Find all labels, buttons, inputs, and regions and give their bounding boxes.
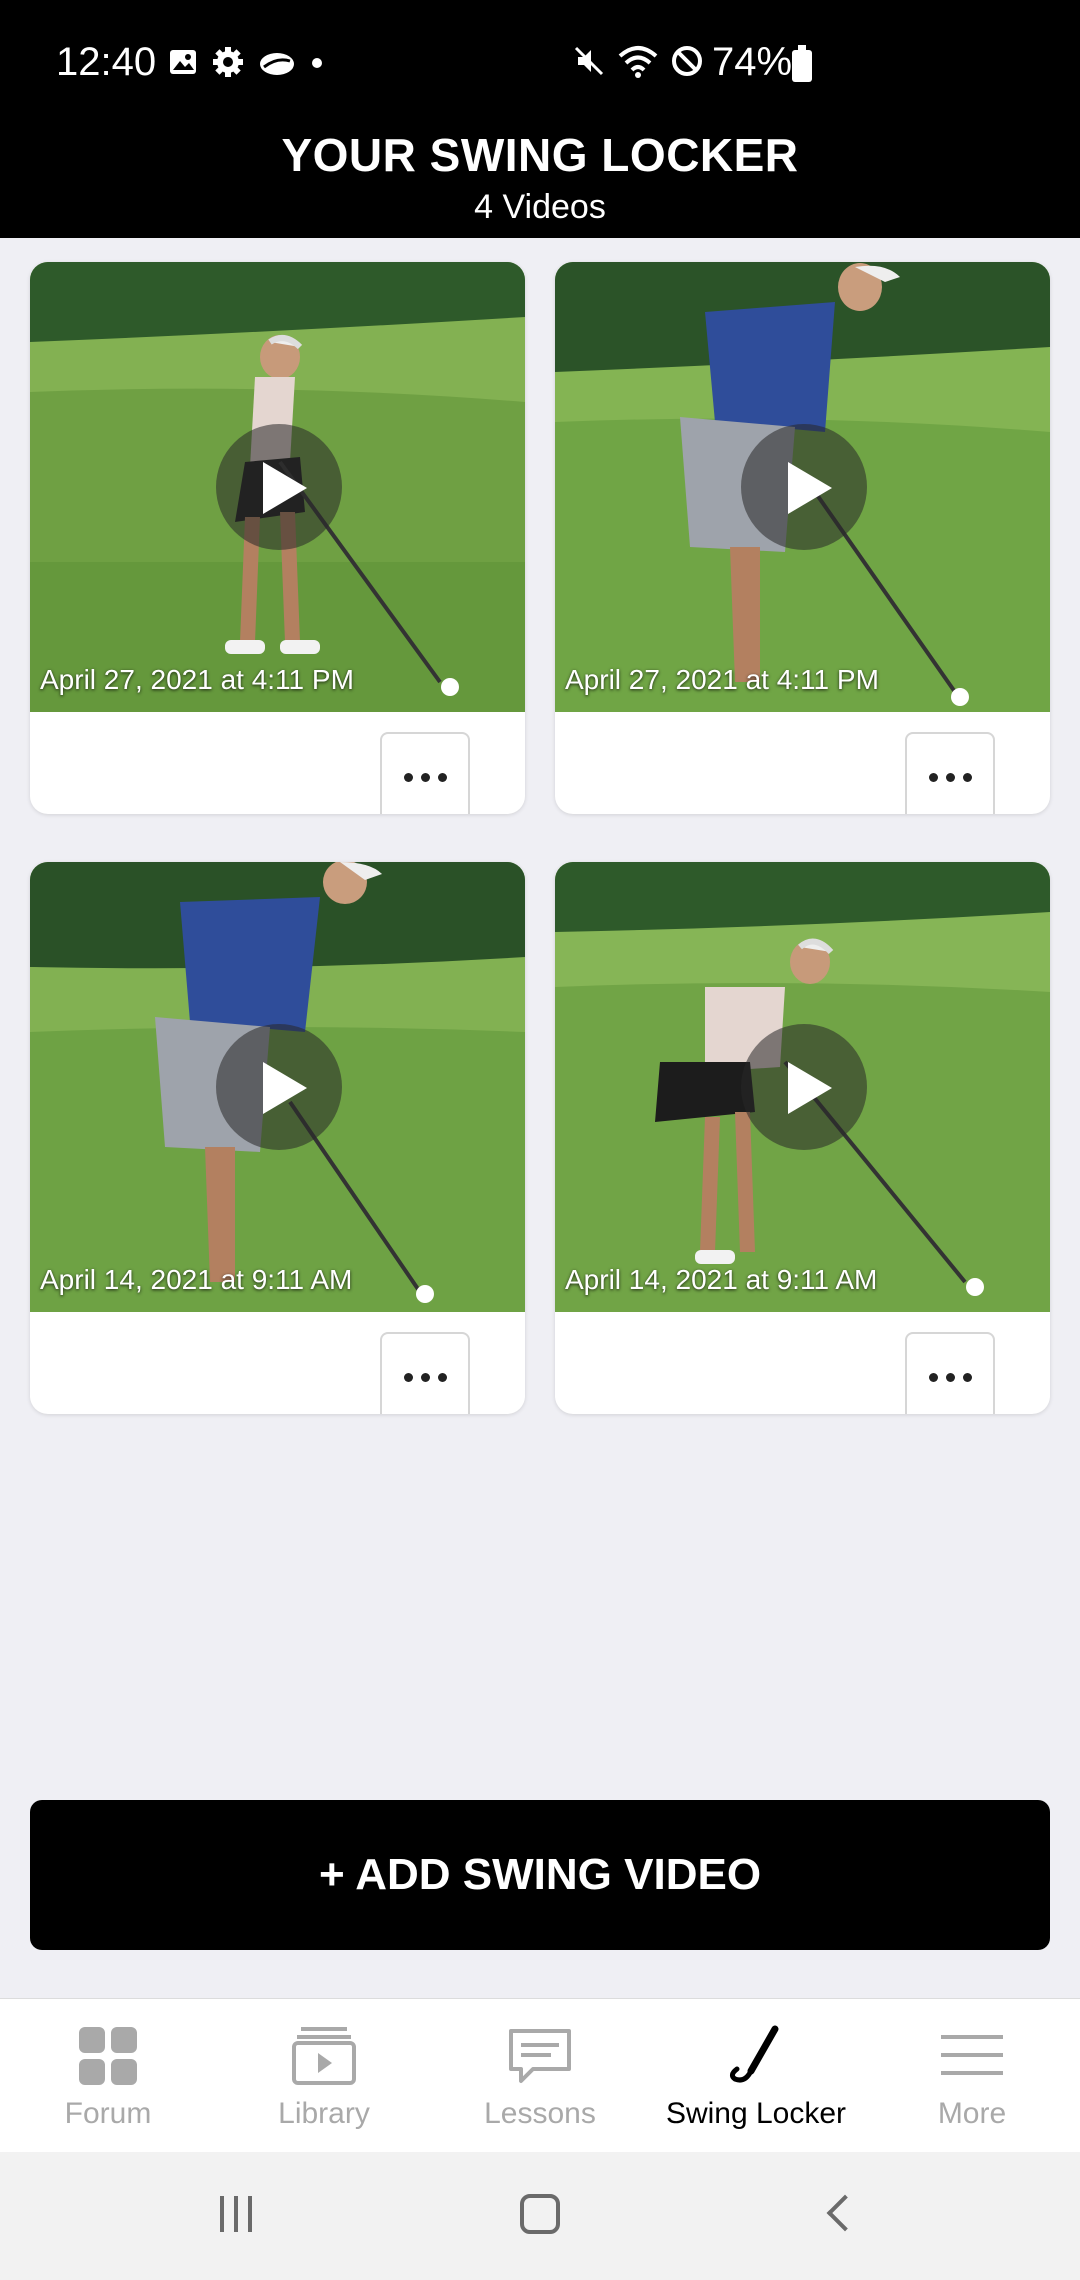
block-icon [672, 46, 702, 76]
nav-item-lessons[interactable]: Lessons [432, 1999, 648, 2153]
video-date: April 14, 2021 at 9:11 AM [565, 1264, 878, 1295]
battery-icon [792, 45, 812, 82]
video-card[interactable]: April 27, 2021 at 4:11 PM [555, 262, 1050, 814]
nav-label: More [937, 2097, 1007, 2130]
nav-item-library[interactable]: Library [216, 1999, 432, 2153]
page-header: YOUR SWING LOCKER 4 Videos [0, 128, 1080, 238]
add-swing-video-button[interactable]: + ADD SWING VIDEO [30, 1800, 1050, 1950]
bottom-navigation: Forum Library Lessons Swing Locker More [0, 1998, 1080, 2152]
nav-label: Lessons [484, 2097, 596, 2130]
nav-label: Library [278, 2097, 370, 2130]
video-thumbnail[interactable]: April 14, 2021 at 9:11 AM [555, 862, 1050, 1312]
video-date: April 27, 2021 at 4:11 PM [565, 664, 879, 695]
more-options-button[interactable] [905, 732, 995, 814]
video-thumbnail[interactable]: April 27, 2021 at 4:11 PM [30, 262, 525, 712]
video-date: April 27, 2021 at 4:11 PM [40, 664, 354, 695]
nav-item-swing-locker[interactable]: Swing Locker [648, 1999, 864, 2153]
chat-icon [505, 2021, 575, 2091]
video-thumbnail[interactable]: April 27, 2021 at 4:11 PM [555, 262, 1050, 712]
nav-item-more[interactable]: More [864, 1999, 1080, 2153]
back-icon[interactable] [826, 2194, 864, 2232]
gear-icon [213, 47, 243, 77]
system-navigation-bar [0, 2152, 1080, 2280]
more-options-button[interactable] [380, 1332, 470, 1414]
more-options-button[interactable] [905, 1332, 995, 1414]
video-card[interactable]: April 27, 2021 at 4:11 PM [30, 262, 525, 814]
video-date: April 14, 2021 at 9:11 AM [40, 1264, 353, 1295]
video-thumbnail[interactable]: April 14, 2021 at 9:11 AM [30, 862, 525, 1312]
play-icon[interactable] [741, 424, 867, 550]
more-options-button[interactable] [380, 732, 470, 814]
video-card[interactable]: April 14, 2021 at 9:11 AM [555, 862, 1050, 1414]
nav-label: Swing Locker [665, 2097, 847, 2130]
recent-apps-icon[interactable] [220, 2196, 252, 2232]
wifi-icon [618, 46, 658, 78]
battery-percentage: 74% [712, 40, 793, 84]
video-card[interactable]: April 14, 2021 at 9:11 AM [30, 862, 525, 1414]
nav-label: Forum [64, 2097, 152, 2130]
video-count: 4 Videos [474, 188, 606, 226]
mute-icon [574, 46, 604, 76]
dot-icon [312, 58, 322, 68]
status-right-icons [572, 44, 704, 78]
status-time: 12:40 [56, 40, 157, 84]
page-title: YOUR SWING LOCKER [281, 129, 799, 181]
play-icon[interactable] [741, 1024, 867, 1150]
grid-icon [73, 2021, 143, 2091]
video-grid: April 27, 2021 at 4:11 PM April 27, 2021… [30, 262, 1050, 1414]
status-bar: 12:40 74% [0, 0, 1080, 128]
menu-icon [937, 2021, 1007, 2091]
library-icon [289, 2021, 359, 2091]
image-icon [170, 50, 196, 74]
cloud-icon [260, 53, 294, 75]
home-icon[interactable] [520, 2194, 560, 2234]
play-icon[interactable] [216, 424, 342, 550]
golf-club-icon [721, 2021, 791, 2091]
status-left-icons [168, 46, 324, 78]
nav-item-forum[interactable]: Forum [0, 1999, 216, 2153]
play-icon[interactable] [216, 1024, 342, 1150]
